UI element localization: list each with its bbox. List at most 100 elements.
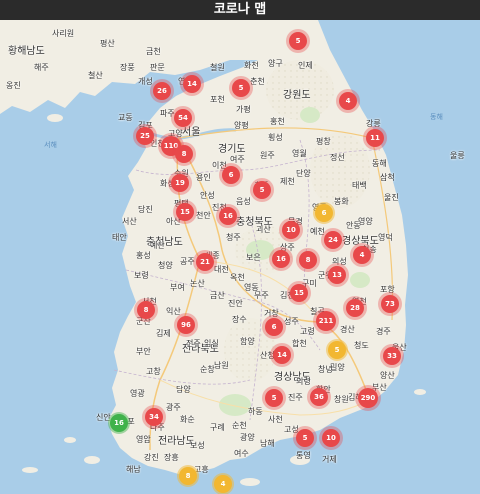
place-label: 전주 <box>186 339 201 348</box>
case-cluster-marker[interactable]: 8 <box>175 145 193 163</box>
place-label: 영암 <box>136 435 151 444</box>
place-label: 진안 <box>228 299 243 308</box>
case-cluster-marker[interactable]: 6 <box>222 166 240 184</box>
case-cluster-marker[interactable]: 5 <box>265 389 283 407</box>
case-cluster-marker[interactable]: 6 <box>315 204 333 222</box>
case-cluster-marker[interactable]: 5 <box>328 341 346 359</box>
case-cluster-marker[interactable]: 26 <box>153 82 171 100</box>
place-label: 보성 <box>190 441 205 450</box>
case-cluster-marker[interactable]: 21 <box>196 253 214 271</box>
window-title: 코로나 맵 <box>0 0 480 20</box>
place-label: 양산 <box>380 371 395 380</box>
case-cluster-marker[interactable]: 16 <box>272 250 290 268</box>
place-label: 거제 <box>322 455 337 464</box>
case-cluster-marker[interactable]: 54 <box>174 109 192 127</box>
place-label: 포천 <box>210 95 225 104</box>
place-label: 개성 <box>138 77 153 86</box>
place-label: 창녕 <box>318 365 333 374</box>
place-label: 경산 <box>340 325 355 334</box>
place-label: 당진 <box>138 205 153 214</box>
place-label: 사리원 <box>52 29 75 38</box>
place-label: 성주 <box>284 317 299 326</box>
place-label: 옥천 <box>230 273 245 282</box>
case-cluster-marker[interactable]: 36 <box>310 388 328 406</box>
place-label: 예천 <box>310 227 325 236</box>
case-cluster-marker[interactable]: 14 <box>183 75 201 93</box>
place-label: 정선 <box>330 153 345 162</box>
place-label: 해남 <box>126 465 141 474</box>
case-cluster-marker[interactable]: 11 <box>366 129 384 147</box>
case-cluster-marker[interactable]: 16 <box>219 207 237 225</box>
case-cluster-marker[interactable]: 10 <box>282 221 300 239</box>
place-label: 강원도 <box>283 90 311 101</box>
place-label: 양구 <box>268 59 283 68</box>
place-label: 순천 <box>232 421 247 430</box>
place-label: 판문 <box>150 63 165 72</box>
place-label: 청주 <box>226 233 241 242</box>
place-label: 횡성 <box>268 133 283 142</box>
case-cluster-marker[interactable]: 24 <box>324 231 342 249</box>
place-label: 태백 <box>352 181 367 190</box>
place-label: 원주 <box>260 151 275 160</box>
case-cluster-marker[interactable]: 5 <box>289 32 307 50</box>
case-cluster-marker[interactable]: 211 <box>316 311 336 331</box>
case-cluster-marker[interactable]: 16 <box>110 414 128 432</box>
case-cluster-marker[interactable]: 25 <box>136 127 154 145</box>
place-label: 양평 <box>234 121 249 130</box>
case-cluster-marker[interactable]: 4 <box>339 92 357 110</box>
place-label: 옹진 <box>6 81 21 90</box>
place-label: 합천 <box>292 339 307 348</box>
place-label: 삼척 <box>380 173 395 182</box>
case-cluster-marker[interactable]: 6 <box>265 318 283 336</box>
place-label: 황해남도 <box>8 46 45 57</box>
case-cluster-marker[interactable]: 5 <box>296 429 314 447</box>
case-cluster-marker[interactable]: 5 <box>232 79 250 97</box>
place-label: 영양 <box>358 217 373 226</box>
case-cluster-marker[interactable]: 33 <box>383 347 401 365</box>
place-label: 부여 <box>170 283 185 292</box>
case-cluster-marker[interactable]: 4 <box>353 246 371 264</box>
case-cluster-marker[interactable]: 15 <box>176 203 194 221</box>
place-label: 광주 <box>166 403 181 412</box>
place-label: 홍성 <box>136 251 151 260</box>
case-cluster-marker[interactable]: 73 <box>381 295 399 313</box>
place-label: 철산 <box>88 71 103 80</box>
case-cluster-marker[interactable]: 28 <box>346 299 364 317</box>
place-label: 논산 <box>190 279 205 288</box>
case-cluster-marker[interactable]: 96 <box>177 316 195 334</box>
case-cluster-marker[interactable]: 4 <box>214 475 232 493</box>
place-label: 통영 <box>296 451 311 460</box>
place-label: 고창 <box>146 367 161 376</box>
place-label: 광양 <box>240 433 255 442</box>
case-cluster-marker[interactable]: 10 <box>322 429 340 447</box>
place-label: 금산 <box>210 291 225 300</box>
place-label: 홍천 <box>270 117 285 126</box>
place-label: 해주 <box>34 63 49 72</box>
place-label: 순창 <box>200 365 215 374</box>
case-cluster-marker[interactable]: 14 <box>273 346 291 364</box>
case-cluster-marker[interactable]: 5 <box>253 181 271 199</box>
map-view[interactable]: 황해남도 개성 서울 인천 경기도 강원도 충청북도 충청남도 세종 대전 경상… <box>0 20 480 494</box>
place-label: 진주 <box>288 393 303 402</box>
sea-label: 서해 <box>44 141 57 149</box>
case-cluster-marker[interactable]: 19 <box>171 174 189 192</box>
place-label: 인제 <box>298 61 313 70</box>
place-label: 영덕 <box>378 233 393 242</box>
place-label: 울진 <box>384 193 399 202</box>
case-cluster-marker[interactable]: 290 <box>358 388 378 408</box>
place-label: 포항 <box>380 285 395 294</box>
place-label: 제천 <box>280 177 295 186</box>
case-cluster-marker[interactable]: 15 <box>290 284 308 302</box>
place-label: 금천 <box>146 47 161 56</box>
case-cluster-marker[interactable]: 34 <box>145 408 163 426</box>
place-label: 창원 <box>334 395 349 404</box>
case-cluster-marker[interactable]: 8 <box>179 467 197 485</box>
place-label: 고령 <box>300 327 315 336</box>
place-label: 익산 <box>166 307 181 316</box>
place-label: 부안 <box>136 347 151 356</box>
case-cluster-marker[interactable]: 13 <box>328 266 346 284</box>
case-cluster-marker[interactable]: 8 <box>137 301 155 319</box>
place-label: 청양 <box>158 261 173 270</box>
place-label: 화천 <box>244 61 259 70</box>
case-cluster-marker[interactable]: 8 <box>299 251 317 269</box>
